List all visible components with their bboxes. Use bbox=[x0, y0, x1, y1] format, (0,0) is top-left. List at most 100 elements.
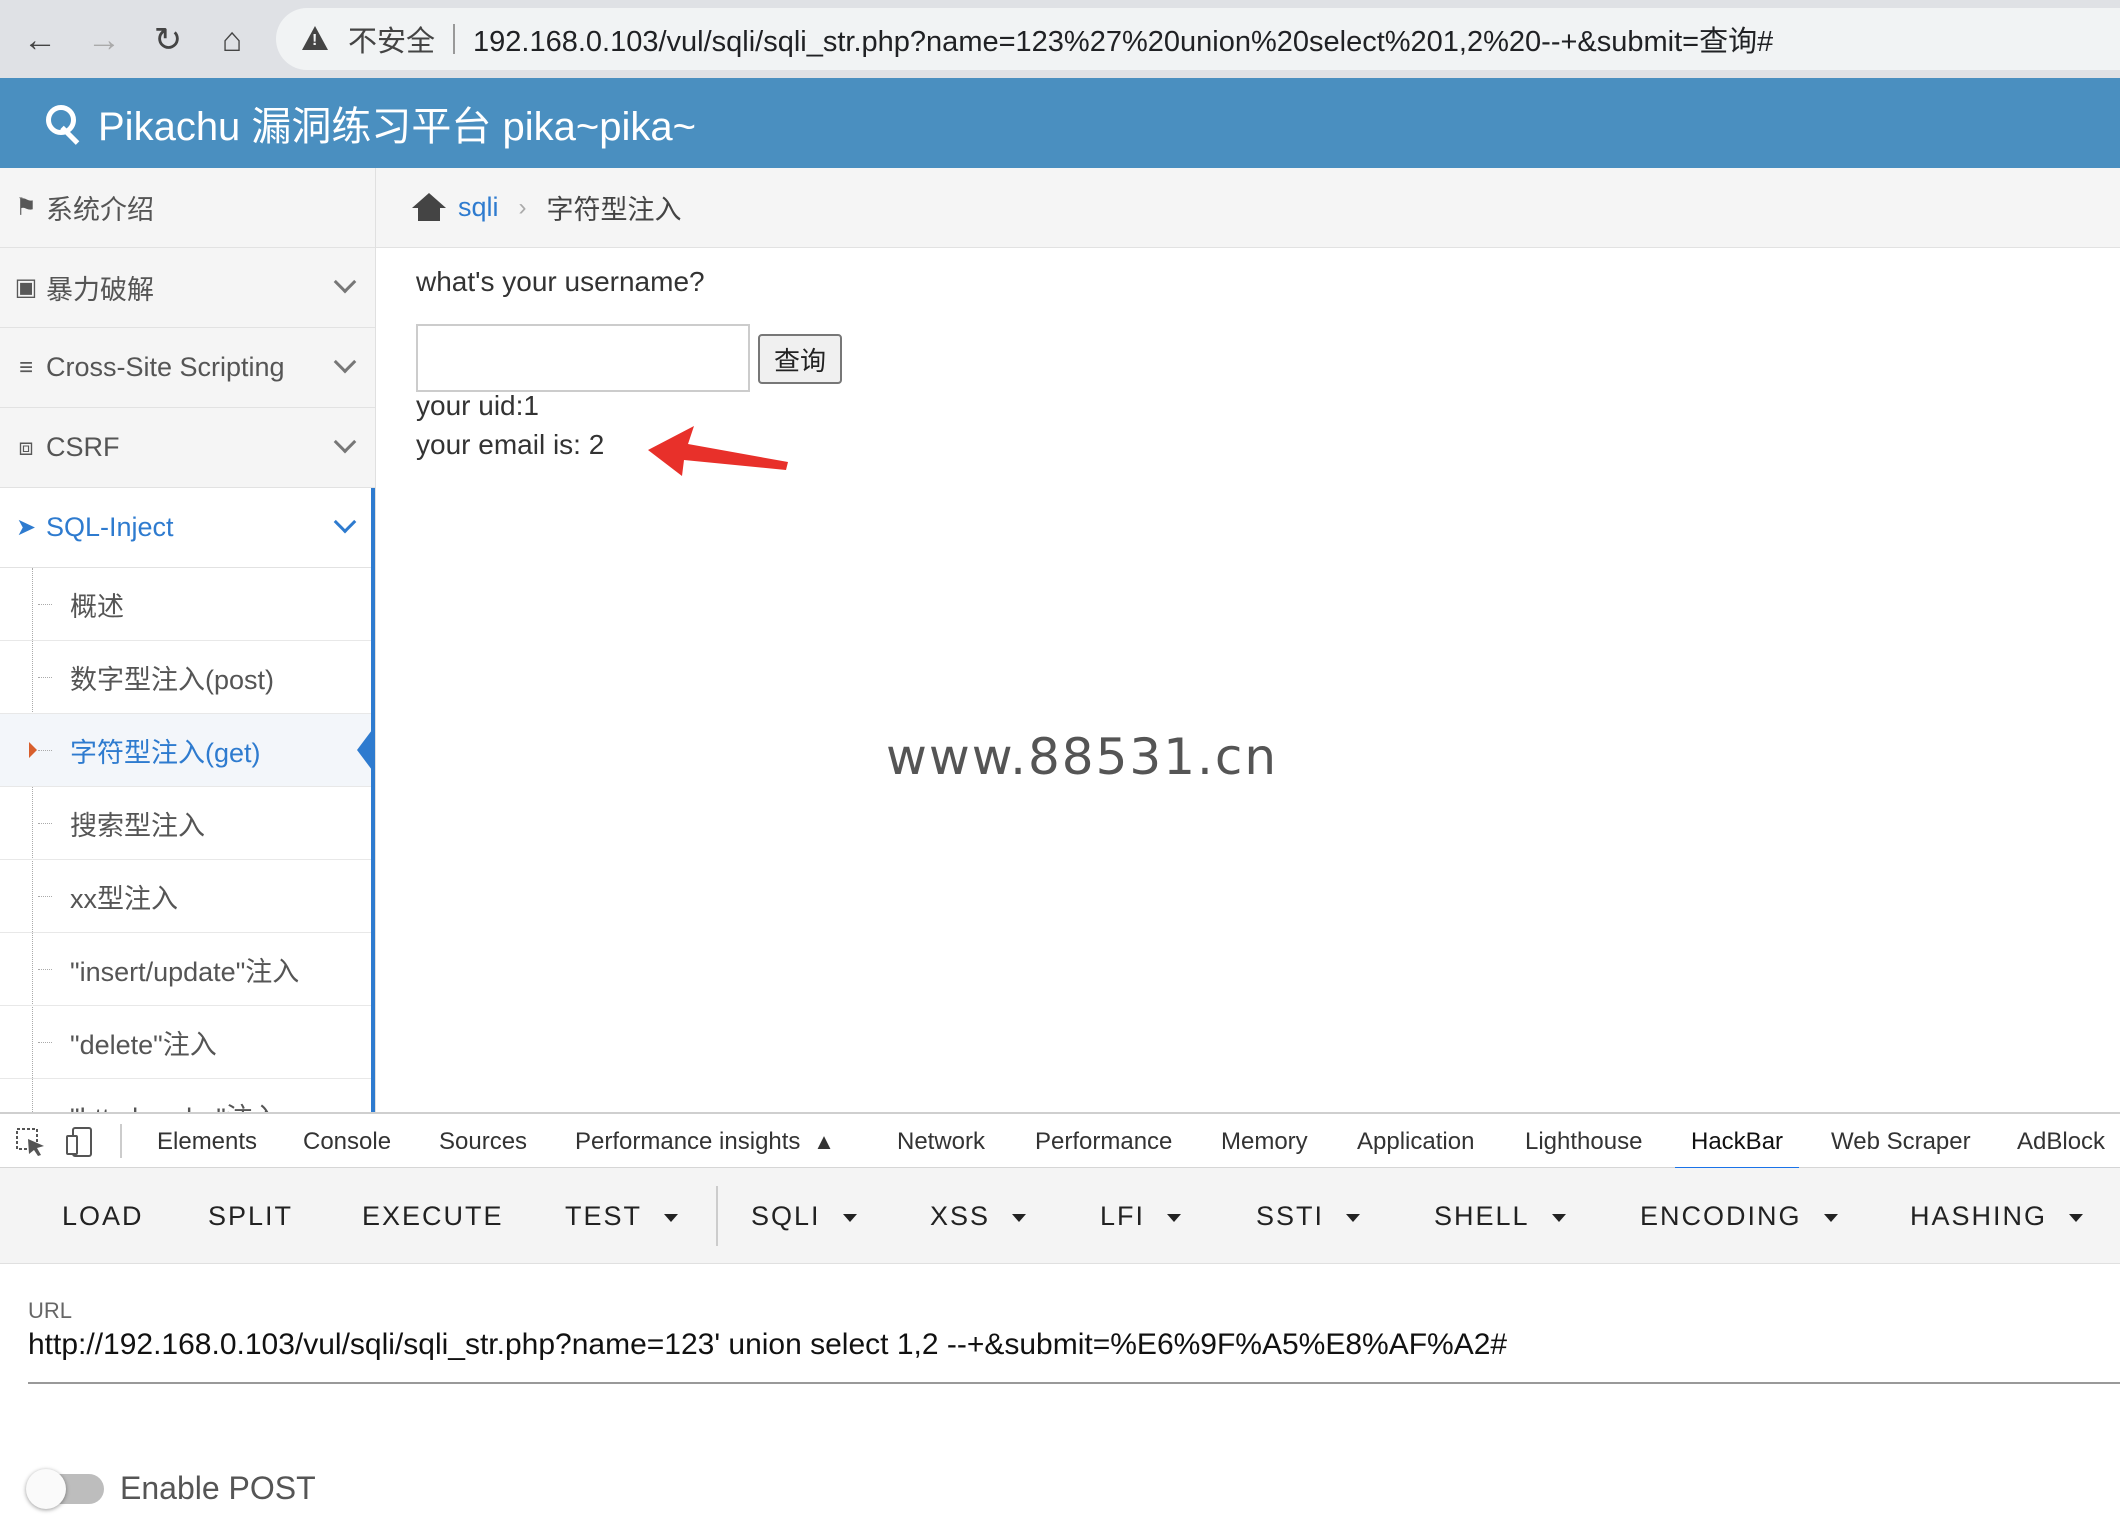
tab-memory[interactable]: Memory bbox=[1221, 1114, 1308, 1170]
tab-elements[interactable]: Elements bbox=[157, 1114, 257, 1170]
tab-lighthouse[interactable]: Lighthouse bbox=[1525, 1114, 1642, 1170]
warning-icon bbox=[300, 24, 330, 54]
sidebar-item-csrf[interactable]: ⧈ CSRF bbox=[0, 408, 375, 488]
xss-menu-button[interactable]: XSS bbox=[930, 1168, 1027, 1264]
browser-toolbar: ← → ↻ ⌂ 不安全 192.168.0.103/vul/sqli/sqli_… bbox=[0, 0, 2120, 78]
sidebar-item-bruteforce[interactable]: ▣ 暴力破解 bbox=[0, 248, 375, 328]
caret-right-icon bbox=[29, 742, 37, 758]
submenu-item-overview[interactable]: 概述 bbox=[0, 568, 375, 641]
sidebar-item-sqli[interactable]: ➤ SQL-Inject bbox=[0, 488, 375, 568]
query-button[interactable]: 查询 bbox=[758, 334, 842, 384]
submenu-item-delete[interactable]: "delete"注入 bbox=[0, 1006, 375, 1079]
submenu-item-label: 字符型注入(get) bbox=[70, 737, 261, 768]
back-arrow-icon[interactable]: ← bbox=[12, 12, 68, 68]
enable-post-toggle[interactable] bbox=[26, 1469, 104, 1509]
tab-performance[interactable]: Performance bbox=[1035, 1114, 1172, 1170]
chevron-down-icon bbox=[333, 270, 357, 294]
tab-label: Performance insights bbox=[575, 1128, 801, 1155]
share-icon: ⧈ bbox=[18, 433, 34, 461]
button-label: ENCODING bbox=[1640, 1201, 1802, 1231]
dropdown-arrow-icon bbox=[1012, 1213, 1027, 1222]
breadcrumb-current: 字符型注入 bbox=[546, 195, 682, 225]
breadcrumb-link-sqli[interactable]: sqli bbox=[458, 192, 499, 223]
dropdown-arrow-icon bbox=[664, 1213, 679, 1222]
submenu-item-xx[interactable]: xx型注入 bbox=[0, 860, 375, 933]
home-icon[interactable] bbox=[412, 192, 446, 223]
ssti-menu-button[interactable]: SSTI bbox=[1256, 1168, 1361, 1264]
submenu-item-label: "delete"注入 bbox=[70, 1029, 217, 1060]
button-label: HASHING bbox=[1910, 1201, 2048, 1231]
url-field-underline bbox=[28, 1382, 2120, 1384]
sqli-submenu: 概述 数字型注入(post) 字符型注入(get) 搜索型注入 xx型注入 "i… bbox=[0, 568, 375, 1112]
inspect-element-icon[interactable] bbox=[14, 1126, 48, 1158]
submenu-item-string-get[interactable]: 字符型注入(get) bbox=[0, 714, 375, 787]
active-section-bar bbox=[371, 488, 375, 1112]
tab-application[interactable]: Application bbox=[1357, 1114, 1474, 1170]
hackbar-url-input[interactable]: http://192.168.0.103/vul/sqli/sqli_str.p… bbox=[28, 1328, 1507, 1362]
device-toolbar-icon[interactable] bbox=[64, 1126, 98, 1158]
address-url[interactable]: 192.168.0.103/vul/sqli/sqli_str.php?name… bbox=[473, 18, 1773, 60]
sidebar-item-intro[interactable]: ⚑ 系统介绍 bbox=[0, 168, 375, 248]
devtools-divider bbox=[120, 1124, 122, 1158]
encoding-menu-button[interactable]: ENCODING bbox=[1640, 1168, 1838, 1264]
security-label: 不安全 bbox=[348, 26, 436, 58]
hackbar-panel: URL http://192.168.0.103/vul/sqli/sqli_s… bbox=[0, 1264, 2120, 1532]
submenu-item-label: 搜索型注入 bbox=[70, 810, 205, 841]
tag-icon: ⚑ bbox=[15, 194, 37, 221]
url-divider bbox=[453, 24, 456, 54]
hackbar-toolbar: LOAD SPLIT EXECUTE TEST SQLI XSS LFI SST… bbox=[0, 1168, 2120, 1264]
submenu-item-label: "http header"注入 bbox=[70, 1096, 280, 1113]
username-input[interactable] bbox=[416, 324, 750, 392]
plane-icon: ➤ bbox=[15, 514, 37, 541]
dropdown-arrow-icon bbox=[842, 1213, 857, 1222]
tab-hackbar[interactable]: HackBar bbox=[1675, 1114, 1800, 1170]
submenu-item-label: 数字型注入(post) bbox=[70, 664, 275, 695]
tab-adblock[interactable]: AdBlock bbox=[2017, 1114, 2105, 1170]
dropdown-arrow-icon bbox=[1823, 1213, 1838, 1222]
devtools-tab-bar: Elements Console Sources Performance ins… bbox=[0, 1112, 2120, 1170]
tab-network[interactable]: Network bbox=[897, 1114, 985, 1170]
submenu-item-label: "insert/update"注入 bbox=[70, 956, 300, 987]
red-arrow-annotation bbox=[648, 426, 788, 476]
address-bar[interactable]: 不安全 192.168.0.103/vul/sqli/sqli_str.php?… bbox=[276, 8, 2120, 70]
sidebar-item-label: Cross-Site Scripting bbox=[46, 352, 285, 382]
tab-sources[interactable]: Sources bbox=[439, 1114, 527, 1170]
sidebar-item-label: 暴力破解 bbox=[46, 275, 154, 305]
site-header: Pikachu 漏洞练习平台 pika~pika~ bbox=[0, 78, 2120, 168]
list-icon: ≡ bbox=[18, 353, 33, 381]
button-label: XSS bbox=[930, 1201, 991, 1231]
submenu-item-search[interactable]: 搜索型注入 bbox=[0, 787, 375, 860]
sidebar-item-xss[interactable]: ≡ Cross-Site Scripting bbox=[0, 328, 375, 408]
load-button[interactable]: LOAD bbox=[62, 1168, 144, 1264]
main-content: what's your username? 查询 your uid:1 your… bbox=[376, 248, 2120, 1112]
sidebar: ⚑ 系统介绍 ▣ 暴力破解 ≡ Cross-Site Scripting ⧈ C… bbox=[0, 168, 376, 1112]
result-uid: your uid:1 bbox=[416, 390, 539, 421]
submenu-item-insert-update[interactable]: "insert/update"注入 bbox=[0, 933, 375, 1006]
sqli-menu-button[interactable]: SQLI bbox=[751, 1168, 857, 1264]
lfi-menu-button[interactable]: LFI bbox=[1100, 1168, 1182, 1264]
tab-web-scraper[interactable]: Web Scraper bbox=[1831, 1114, 1971, 1170]
split-button[interactable]: SPLIT bbox=[208, 1168, 293, 1264]
execute-button[interactable]: EXECUTE bbox=[362, 1168, 504, 1264]
tab-console[interactable]: Console bbox=[303, 1114, 391, 1170]
shell-menu-button[interactable]: SHELL bbox=[1434, 1168, 1566, 1264]
dropdown-arrow-icon bbox=[1167, 1213, 1182, 1222]
reload-icon[interactable]: ↻ bbox=[140, 12, 196, 68]
button-label: LFI bbox=[1100, 1201, 1146, 1231]
forward-arrow-icon[interactable]: → bbox=[76, 12, 132, 68]
site-title[interactable]: Pikachu 漏洞练习平台 pika~pika~ bbox=[98, 94, 696, 152]
sidebar-item-label: 系统介绍 bbox=[46, 195, 154, 225]
flask-icon: ▲ bbox=[813, 1129, 835, 1154]
username-prompt: what's your username? bbox=[416, 266, 705, 297]
screen: ← → ↻ ⌂ 不安全 192.168.0.103/vul/sqli/sqli_… bbox=[0, 0, 2120, 1532]
hashing-menu-button[interactable]: HASHING bbox=[1910, 1168, 2084, 1264]
test-menu-button[interactable]: TEST bbox=[565, 1168, 679, 1264]
button-label: SHELL bbox=[1434, 1201, 1530, 1231]
submenu-item-label: xx型注入 bbox=[70, 883, 178, 914]
button-label: SSTI bbox=[1256, 1201, 1325, 1231]
submenu-item-numeric-post[interactable]: 数字型注入(post) bbox=[0, 641, 375, 714]
tab-performance-insights[interactable]: Performance insights ▲ bbox=[575, 1114, 835, 1170]
submenu-item-http-header[interactable]: "http header"注入 bbox=[0, 1079, 375, 1113]
home-button-icon[interactable]: ⌂ bbox=[204, 12, 260, 68]
sidebar-item-label: CSRF bbox=[46, 432, 120, 462]
